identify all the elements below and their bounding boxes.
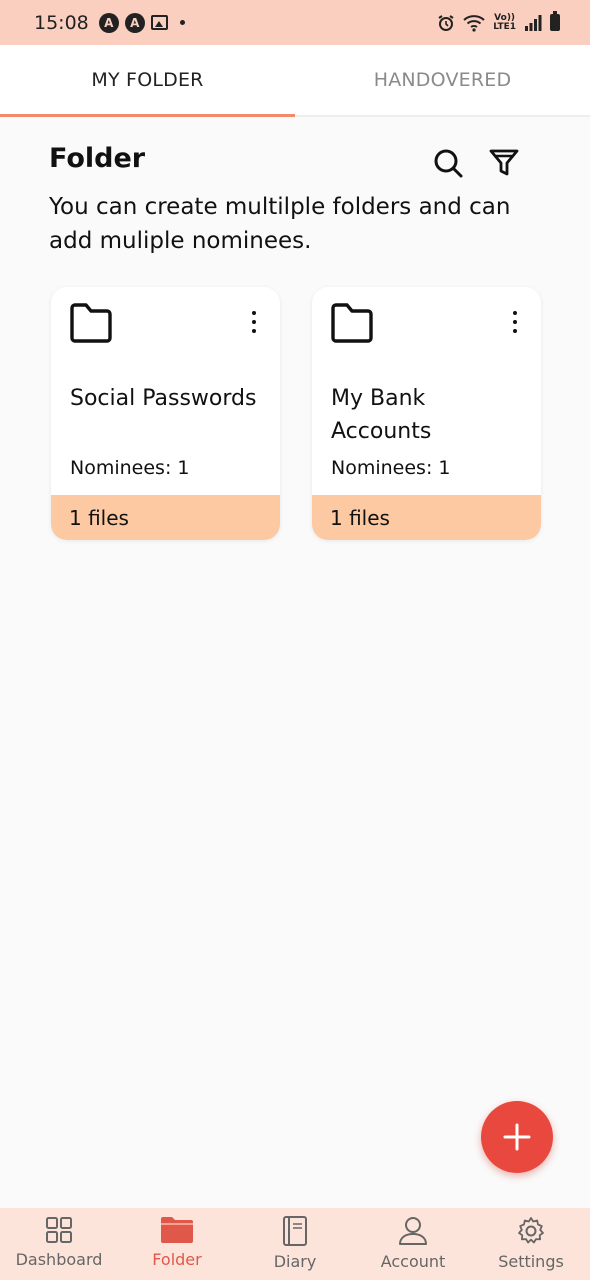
folder-card[interactable]: My Bank Accounts Nominees: 1 1 files	[312, 287, 541, 540]
folder-title: Social Passwords	[70, 386, 257, 411]
folder-file-count: 1 files	[51, 495, 280, 540]
app-a-icon: A	[124, 12, 145, 33]
folder-icon	[331, 303, 373, 343]
bottom-navigation: Dashboard Folder Diary Account Settings	[0, 1208, 590, 1280]
nav-label: Folder	[152, 1250, 202, 1269]
status-right: Vo)) LTE1	[437, 11, 560, 32]
header-actions	[430, 145, 522, 181]
folder-icon	[161, 1217, 193, 1243]
tab-handovered[interactable]: HANDOVERED	[295, 45, 590, 115]
nav-settings[interactable]: Settings	[472, 1208, 590, 1280]
folder-nominees: Nominees: 1	[70, 457, 190, 479]
nav-label: Settings	[498, 1252, 564, 1271]
more-options-icon[interactable]	[505, 309, 525, 335]
battery-icon	[550, 11, 560, 31]
nav-account[interactable]: Account	[354, 1208, 472, 1280]
more-options-icon[interactable]	[244, 309, 264, 335]
app-a-icon: A	[98, 12, 119, 33]
page-title: Folder	[49, 143, 146, 174]
nav-folder[interactable]: Folder	[118, 1208, 236, 1280]
status-bar: 15:08 A A Vo)) LTE1	[0, 0, 590, 45]
image-notification-icon	[150, 15, 168, 30]
notification-dot-icon	[179, 20, 185, 25]
filter-icon	[489, 149, 519, 176]
user-icon	[399, 1217, 427, 1245]
add-folder-button[interactable]	[481, 1101, 553, 1173]
folder-icon	[70, 303, 112, 343]
filter-button[interactable]	[486, 145, 522, 181]
folder-file-count: 1 files	[312, 495, 541, 540]
plus-icon	[503, 1123, 531, 1151]
folder-title: My Bank Accounts	[331, 386, 432, 444]
folder-tabs: MY FOLDER HANDOVERED	[0, 45, 590, 117]
nav-diary[interactable]: Diary	[236, 1208, 354, 1280]
status-time: 15:08	[34, 11, 89, 34]
folder-card[interactable]: Social Passwords Nominees: 1 1 files	[51, 287, 280, 540]
gear-icon	[518, 1217, 544, 1244]
nav-label: Dashboard	[15, 1250, 103, 1269]
folder-nominees: Nominees: 1	[331, 457, 451, 479]
network-type: Vo)) LTE1	[493, 12, 516, 32]
alarm-icon	[438, 14, 454, 31]
search-icon	[434, 149, 463, 178]
page-subtitle: You can create multilple folders and can…	[49, 194, 511, 254]
signal-icon	[525, 14, 542, 31]
tab-my-folder[interactable]: MY FOLDER	[0, 45, 295, 117]
nav-label: Diary	[273, 1252, 317, 1271]
nav-label: Account	[380, 1252, 446, 1271]
search-button[interactable]	[430, 145, 466, 181]
nav-dashboard[interactable]: Dashboard	[0, 1208, 118, 1280]
status-left: 15:08 A A	[34, 12, 185, 34]
grid-icon	[46, 1217, 72, 1243]
wifi-icon	[463, 14, 485, 32]
diary-icon	[283, 1216, 307, 1246]
